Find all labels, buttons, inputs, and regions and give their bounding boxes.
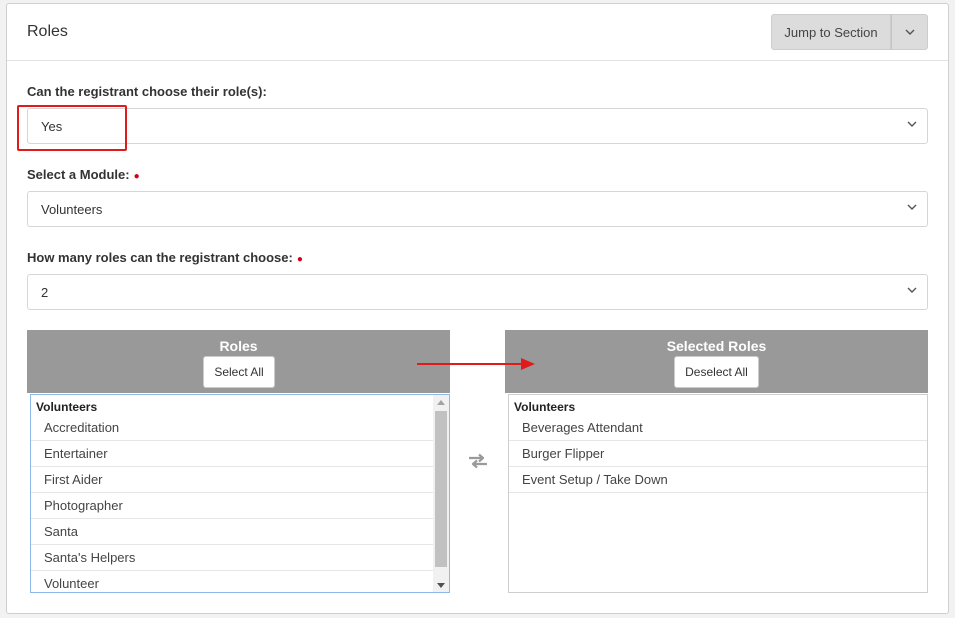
list-item[interactable]: Beverages Attendant	[509, 415, 927, 441]
list-item[interactable]: Volunteer	[31, 571, 433, 592]
selected-roles-listbox[interactable]: Volunteers Beverages Attendant Burger Fli…	[508, 394, 928, 593]
available-roles-listbox[interactable]: Volunteers Accreditation Entertainer First…	[30, 394, 450, 593]
scroll-up-arrow[interactable]	[433, 395, 449, 409]
choose-role-select[interactable]: Yes	[27, 108, 928, 144]
select-all-button[interactable]: Select All	[203, 356, 275, 388]
available-roles-title: Roles	[219, 338, 258, 354]
chevron-down-icon	[907, 287, 917, 293]
scroll-down-arrow[interactable]	[433, 578, 449, 592]
selected-group-label: Volunteers	[514, 400, 576, 414]
page-title: Roles	[27, 23, 68, 40]
list-item[interactable]: Photographer	[31, 493, 433, 519]
chevron-down-icon	[905, 29, 914, 35]
triangle-down-icon	[437, 582, 445, 588]
module-select[interactable]: Volunteers	[27, 191, 928, 227]
swap-arrows-icon[interactable]	[467, 453, 489, 469]
required-indicator: ●	[296, 254, 303, 265]
list-item[interactable]: Burger Flipper	[509, 441, 927, 467]
required-indicator: ●	[133, 171, 140, 182]
list-item[interactable]: Santa	[31, 519, 433, 545]
list-item[interactable]: Entertainer	[31, 441, 433, 467]
list-item[interactable]: First Aider	[31, 467, 433, 493]
list-item[interactable]: Santa's Helpers	[31, 545, 433, 571]
role-count-label-text: How many roles can the registrant choose…	[27, 250, 293, 265]
panel-header: Roles Jump to Section	[7, 4, 948, 61]
role-count-select[interactable]: 2	[27, 274, 928, 310]
deselect-all-button[interactable]: Deselect All	[674, 356, 759, 388]
module-value: Volunteers	[41, 201, 103, 217]
roles-panel: Roles Jump to Section Can the registrant…	[6, 3, 949, 614]
module-label-text: Select a Module:	[27, 167, 130, 182]
role-count-label: How many roles can the registrant choose…	[27, 250, 303, 265]
module-label: Select a Module: ●	[27, 167, 140, 182]
list-item[interactable]: Event Setup / Take Down	[509, 467, 927, 493]
list-item[interactable]: Accreditation	[31, 415, 433, 441]
selected-roles-title: Selected Roles	[666, 338, 767, 354]
chevron-down-icon	[907, 204, 917, 210]
choose-role-label-text: Can the registrant choose their role(s):	[27, 84, 267, 99]
available-group-label: Volunteers	[36, 400, 98, 414]
triangle-up-icon	[437, 399, 445, 405]
jump-to-section-dropdown[interactable]	[891, 14, 928, 50]
role-count-value: 2	[41, 284, 49, 300]
annotation-highlight-box	[17, 105, 127, 151]
chevron-down-icon	[907, 121, 917, 127]
choose-role-label: Can the registrant choose their role(s):	[27, 84, 267, 99]
annotation-arrow-icon	[417, 358, 535, 370]
scrollbar[interactable]	[433, 395, 449, 592]
jump-to-section-group: Jump to Section	[771, 14, 928, 50]
scroll-thumb[interactable]	[435, 411, 447, 567]
selected-roles-header: Selected Roles Deselect All	[505, 330, 928, 393]
available-roles-header: Roles Select All	[27, 330, 450, 393]
jump-to-section-button[interactable]: Jump to Section	[771, 14, 891, 50]
